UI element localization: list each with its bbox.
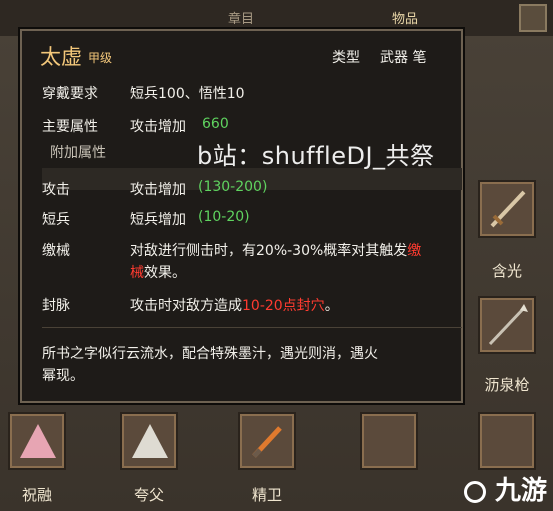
item-label-hanguang: 含光 xyxy=(491,262,522,280)
item-grade: 甲级 xyxy=(88,51,113,65)
description-divider xyxy=(42,327,462,328)
short-weapon-label: 短兵 xyxy=(42,212,70,228)
main-attribute-label: 主要属性 xyxy=(42,119,98,135)
item-slot-5[interactable] xyxy=(478,412,536,470)
site-logo: 九游 xyxy=(463,470,547,507)
watermark-text: b站：shuffleDJ_共祭 xyxy=(197,142,435,170)
logo-icon xyxy=(463,480,486,503)
item-slot-kuafu[interactable] xyxy=(120,412,178,470)
item-name: 太虚 xyxy=(40,45,82,69)
item-label-zhurong: 祝融 xyxy=(21,486,52,504)
disarm-label: 缴械 xyxy=(42,243,70,259)
item-label-jingwei: 精卫 xyxy=(251,486,282,504)
menu-button[interactable] xyxy=(519,4,547,32)
attack-label: 攻击 xyxy=(42,182,70,198)
item-label-kuafu: 夸父 xyxy=(133,486,164,504)
item-tooltip: 太虚 甲级 类型 武器 笔 穿戴要求 短兵100、悟性10 主要属性 攻击增加 … xyxy=(18,27,465,405)
item-slot-zhurong[interactable] xyxy=(8,412,66,470)
description-line-2: 幂现。 xyxy=(42,368,84,384)
description-line-1: 所书之字似行云流水，配合特殊墨汁，遇光则消，遇火 xyxy=(42,346,378,362)
fan-white-icon xyxy=(132,424,168,458)
attack-text: 攻击增加 xyxy=(130,182,186,198)
item-slot-jingwei[interactable] xyxy=(238,412,296,470)
dagger-icon xyxy=(252,426,282,458)
disarm-text-1: 对敌进行侧击时，有20%-30%概率对其触发缴 xyxy=(130,243,422,259)
fan-red-icon xyxy=(20,424,56,458)
disarm-text-2: 械效果。 xyxy=(130,265,186,281)
spear-icon xyxy=(488,304,528,346)
item-slot-hanguang[interactable] xyxy=(478,180,536,238)
sword-icon xyxy=(490,190,526,228)
seal-label: 封脉 xyxy=(42,298,70,314)
short-weapon-value: (10-20) xyxy=(198,209,250,225)
main-attribute-text: 攻击增加 xyxy=(130,119,186,135)
short-weapon-text: 短兵增加 xyxy=(130,212,186,228)
type-value: 武器 笔 xyxy=(380,50,427,66)
item-slot-liquanqiang[interactable] xyxy=(478,296,536,354)
requirement-value: 短兵100、悟性10 xyxy=(130,86,245,102)
requirement-label: 穿戴要求 xyxy=(42,86,98,102)
tab-items[interactable]: 物品 xyxy=(392,8,418,27)
main-attribute-value: 660 xyxy=(202,116,229,132)
extra-attributes-header: 附加属性 xyxy=(50,145,106,161)
item-slot-4[interactable] xyxy=(360,412,418,470)
attack-value: (130-200) xyxy=(198,179,268,195)
type-label: 类型 xyxy=(332,50,360,66)
tab-chapters[interactable]: 章目 xyxy=(228,8,254,27)
seal-text: 攻击时对敌方造成10-20点封穴。 xyxy=(130,298,339,314)
item-label-liquanqiang: 沥泉枪 xyxy=(484,376,530,394)
